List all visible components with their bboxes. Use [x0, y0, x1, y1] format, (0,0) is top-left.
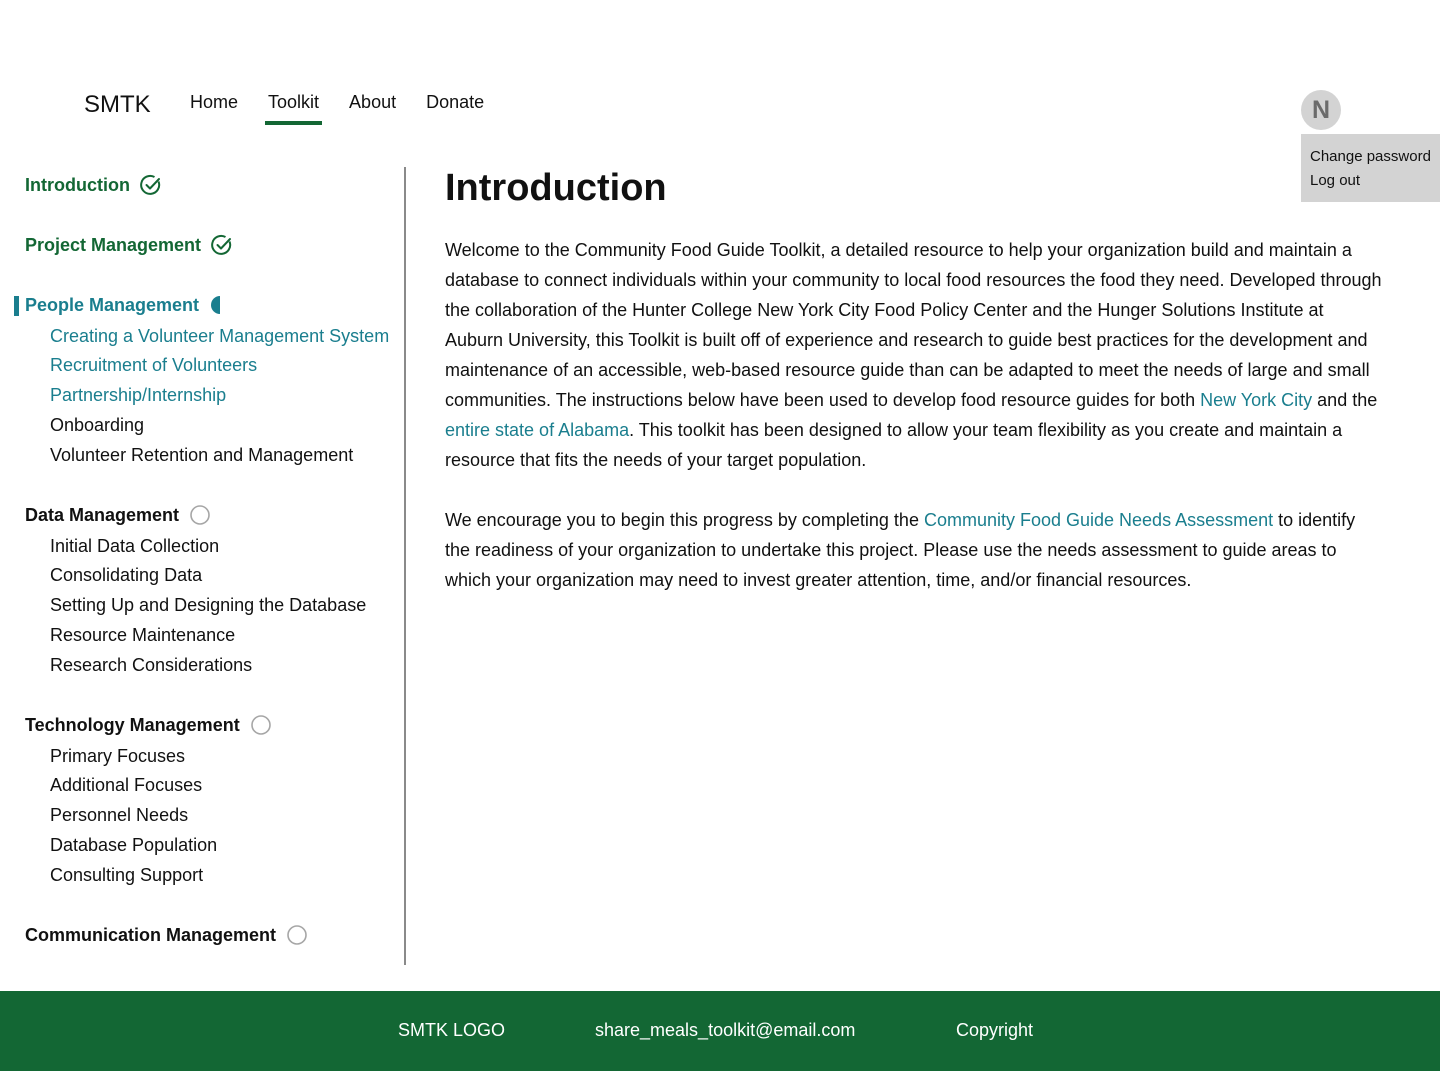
sidebar-item-additional-focuses[interactable]: Additional Focuses: [50, 774, 202, 796]
sidebar-item-research-considerations[interactable]: Research Considerations: [50, 654, 252, 676]
empty-circle-icon: [287, 925, 307, 945]
new-york-city-link[interactable]: New York City: [1200, 390, 1312, 410]
sidebar-section-communication-management[interactable]: Communication Management: [25, 924, 308, 946]
nav-donate[interactable]: Donate: [423, 91, 487, 125]
sidebar-item-personnel-needs[interactable]: Personnel Needs: [50, 804, 188, 826]
sidebar-item-database-population[interactable]: Database Population: [50, 834, 217, 856]
nav-home[interactable]: Home: [190, 91, 241, 125]
check-circle-icon: [211, 234, 232, 255]
footer-copyright: Copyright: [956, 1020, 1034, 1040]
section-label: Project Management: [25, 234, 202, 255]
half-circle-progress-icon: [211, 296, 221, 314]
sidebar-section-technology-management[interactable]: Technology Management: [25, 714, 272, 736]
sidebar-item-setting-up-database[interactable]: Setting Up and Designing the Database: [50, 594, 366, 616]
alabama-link[interactable]: entire state of Alabama: [445, 420, 629, 440]
sidebar-item-onboarding[interactable]: Onboarding: [50, 414, 144, 436]
intro-text: Welcome to the Community Food Guide Tool…: [445, 240, 1382, 410]
sidebar-item-creating-volunteer-management-system[interactable]: Creating a Volunteer Management System: [50, 325, 389, 347]
sidebar-section-introduction[interactable]: Introduction: [25, 174, 162, 196]
sidebar-item-resource-maintenance[interactable]: Resource Maintenance: [50, 624, 235, 646]
intro-text-between: and the: [1312, 390, 1378, 410]
nav-toolkit[interactable]: Toolkit: [265, 91, 323, 125]
footer-logo: SMTK LOGO: [398, 1020, 506, 1040]
check-circle-icon: [140, 174, 161, 195]
sidebar-item-consolidating-data[interactable]: Consolidating Data: [50, 564, 202, 586]
main-content: Introduction Welcome to the Community Fo…: [445, 166, 1385, 595]
site-header: SMTK Home Toolkit About Donate N Change …: [0, 0, 1440, 202]
sidebar-item-primary-focuses[interactable]: Primary Focuses: [50, 745, 185, 767]
section-label: Introduction: [25, 174, 130, 195]
section-label: Communication Management: [25, 924, 277, 945]
needs-assessment-paragraph: We encourage you to begin this progress …: [445, 505, 1385, 595]
section-label: Technology Management: [25, 714, 240, 735]
sidebar-item-consulting-support[interactable]: Consulting Support: [50, 864, 203, 886]
intro-paragraph: Welcome to the Community Food Guide Tool…: [445, 235, 1385, 475]
sidebar-item-recruitment-of-volunteers[interactable]: Recruitment of Volunteers: [50, 354, 257, 376]
section-label: Data Management: [25, 504, 180, 525]
main-nav: Home Toolkit About Donate: [190, 91, 511, 125]
nav-about[interactable]: About: [346, 91, 399, 125]
sidebar-section-project-management[interactable]: Project Management: [25, 234, 233, 256]
sidebar-item-partnership-internship[interactable]: Partnership/Internship: [50, 384, 226, 406]
assessment-text: We encourage you to begin this progress …: [445, 510, 924, 530]
footer-email[interactable]: share_meals_toolkit@email.com: [595, 1020, 855, 1041]
site-footer: SMTK LOGO share_meals_toolkit@email.com …: [0, 991, 1440, 1071]
empty-circle-icon: [250, 715, 271, 735]
empty-circle-icon: [190, 505, 210, 525]
section-label: People Management: [25, 294, 200, 315]
sidebar-item-initial-data-collection[interactable]: Initial Data Collection: [50, 535, 219, 557]
current-section-indicator: [14, 296, 19, 316]
page-title: Introduction: [445, 167, 667, 209]
site-brand[interactable]: SMTK: [84, 91, 151, 119]
needs-assessment-link[interactable]: Community Food Guide Needs Assessment: [924, 510, 1273, 530]
sidebar-section-data-management[interactable]: Data Management: [25, 504, 211, 526]
toolkit-sidebar: Introduction Project Management People M…: [0, 167, 406, 965]
sidebar-item-volunteer-retention[interactable]: Volunteer Retention and Management: [50, 444, 353, 466]
sidebar-section-people-management[interactable]: People Management: [25, 294, 231, 316]
user-avatar[interactable]: N: [1301, 90, 1341, 130]
